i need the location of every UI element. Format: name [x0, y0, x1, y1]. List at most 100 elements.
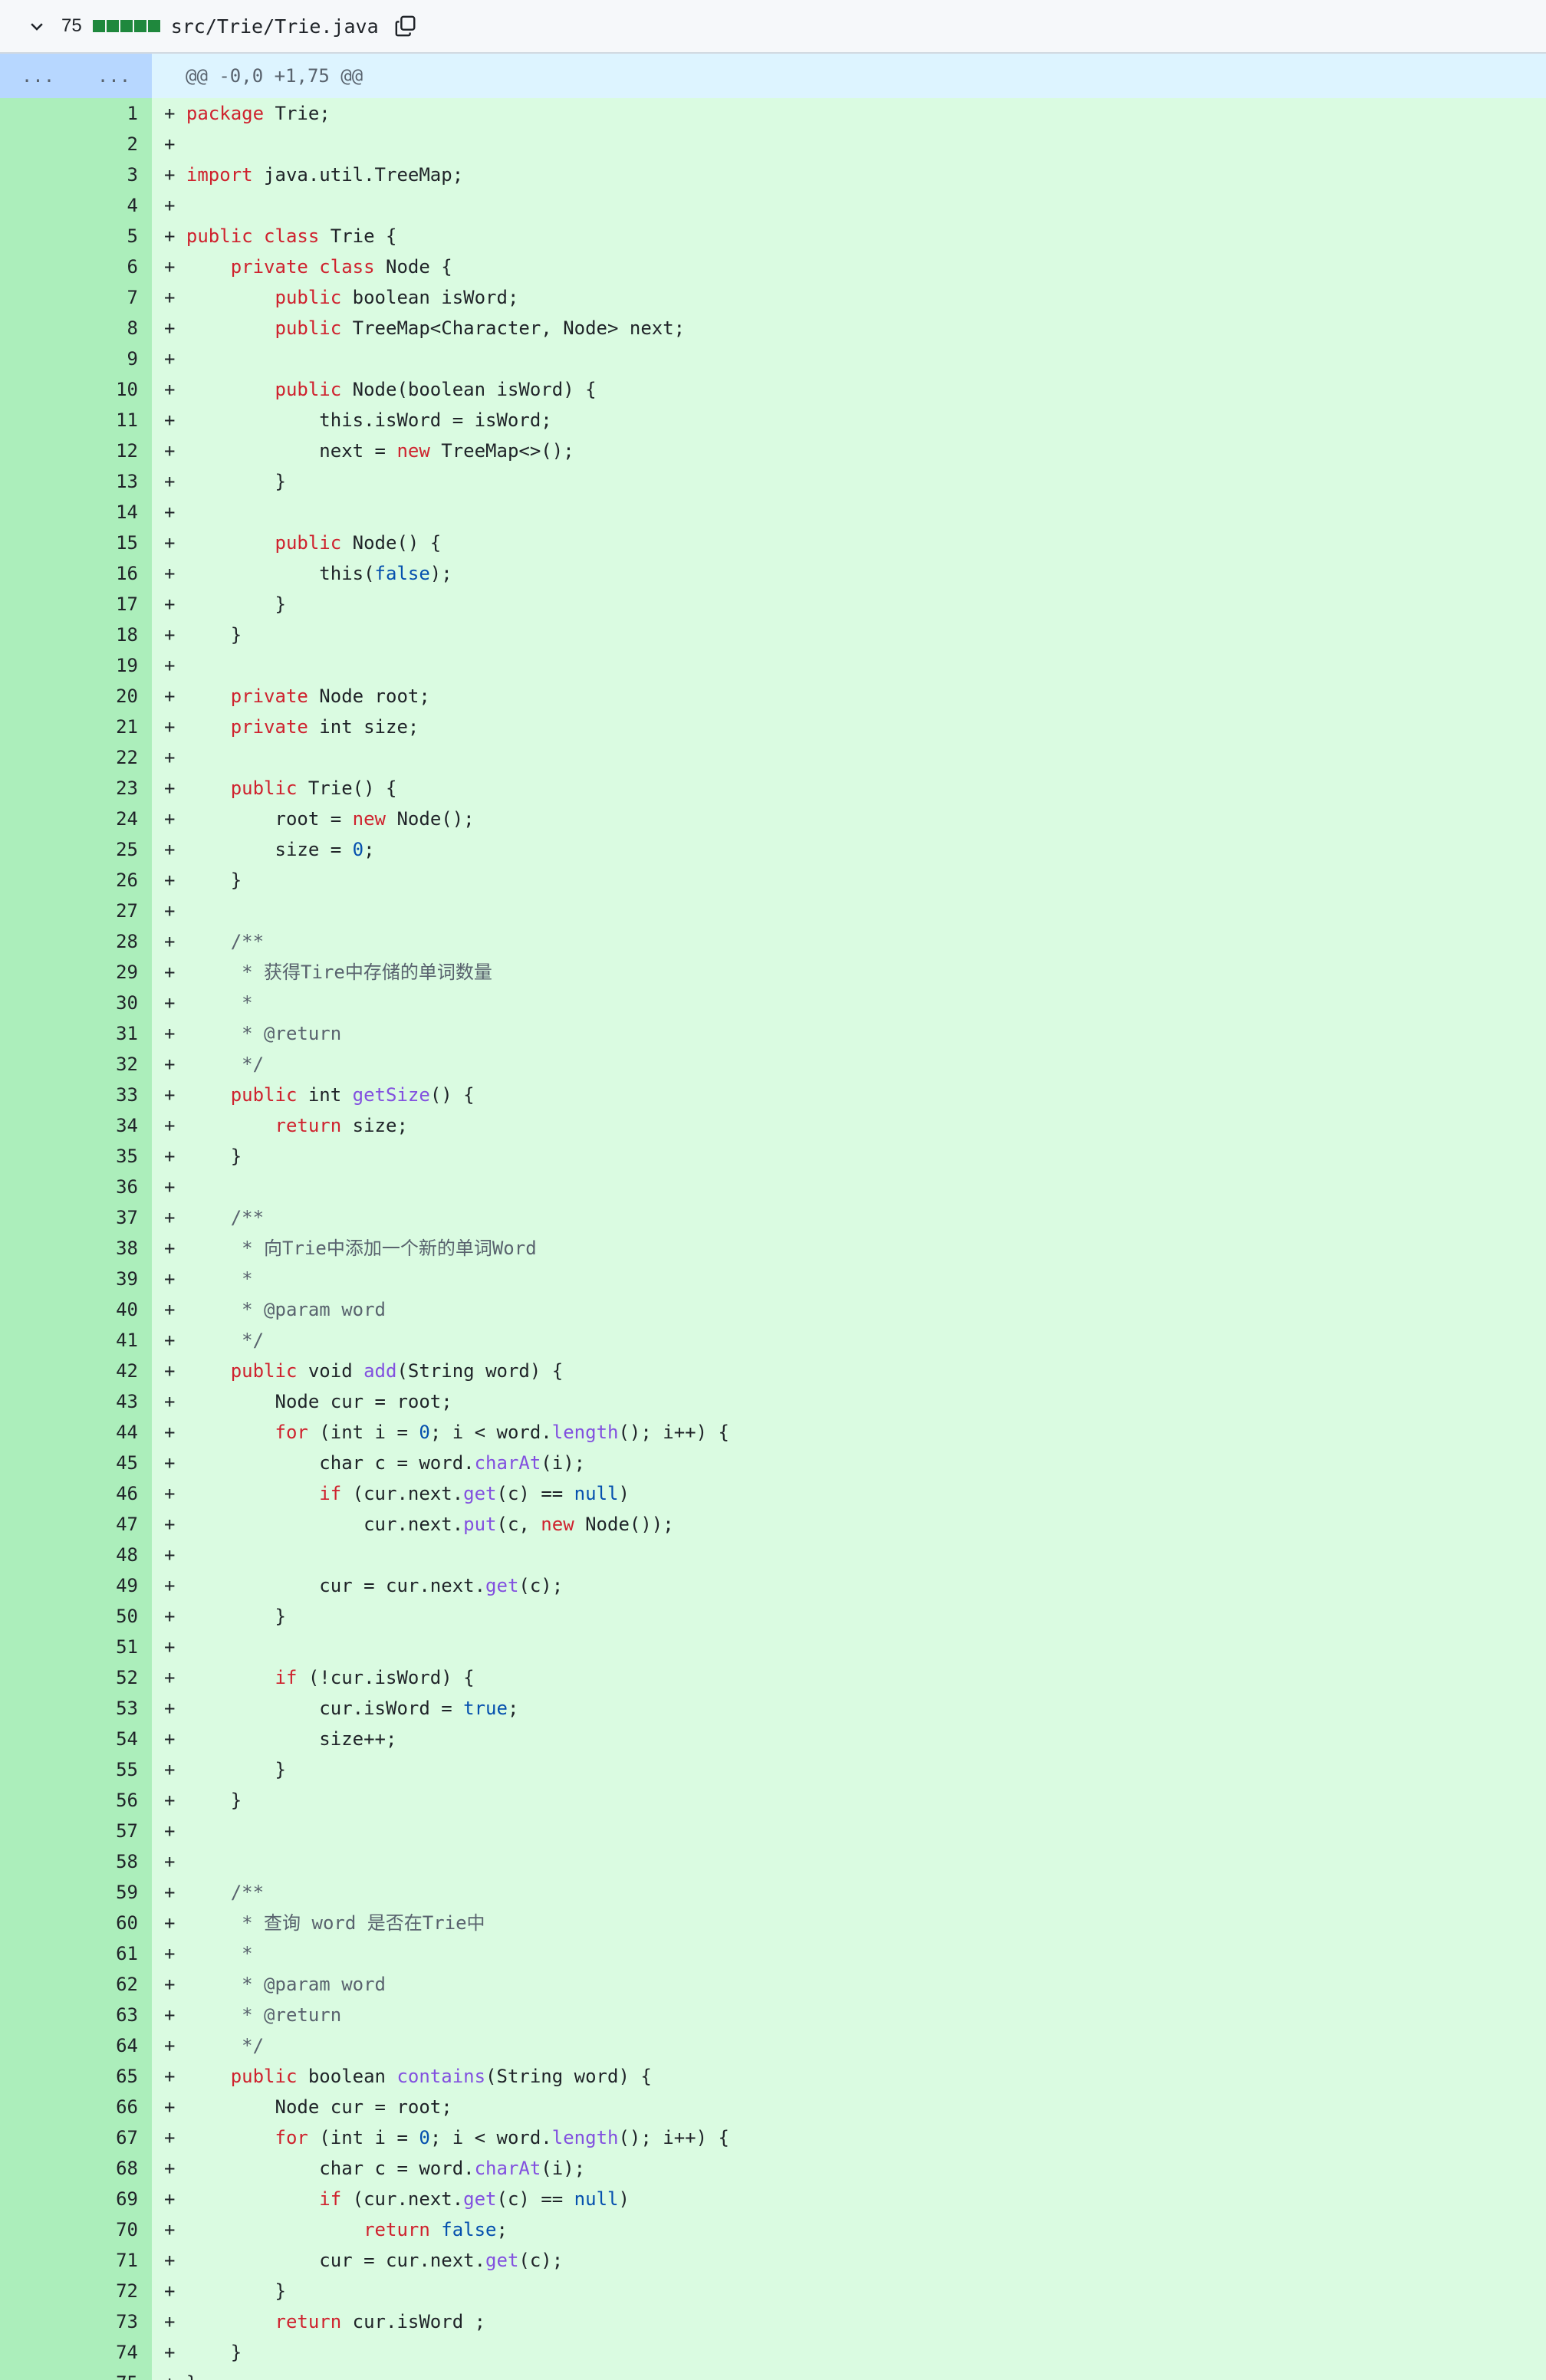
expand-down-button[interactable]: ...: [76, 54, 152, 98]
new-line-number[interactable]: 14: [76, 497, 152, 528]
new-line-number[interactable]: 22: [76, 742, 152, 773]
old-line-number: [0, 497, 76, 528]
new-line-number[interactable]: 16: [76, 558, 152, 589]
addition-marker: +: [164, 1544, 186, 1566]
code-token: new: [541, 1514, 574, 1535]
new-line-number[interactable]: 43: [76, 1386, 152, 1417]
new-line-number[interactable]: 53: [76, 1693, 152, 1724]
new-line-number[interactable]: 4: [76, 190, 152, 221]
new-line-number[interactable]: 36: [76, 1172, 152, 1202]
new-line-number[interactable]: 51: [76, 1632, 152, 1662]
new-line-number[interactable]: 57: [76, 1816, 152, 1846]
new-line-number[interactable]: 35: [76, 1141, 152, 1172]
new-line-number[interactable]: 70: [76, 2214, 152, 2245]
new-line-number[interactable]: 72: [76, 2276, 152, 2306]
new-line-number[interactable]: 45: [76, 1448, 152, 1478]
new-line-number[interactable]: 63: [76, 2000, 152, 2030]
new-line-number[interactable]: 8: [76, 313, 152, 344]
new-line-number[interactable]: 61: [76, 1938, 152, 1969]
new-line-number[interactable]: 9: [76, 344, 152, 374]
new-line-number[interactable]: 54: [76, 1724, 152, 1754]
new-line-number[interactable]: 32: [76, 1049, 152, 1080]
new-line-number[interactable]: 30: [76, 988, 152, 1018]
new-line-number[interactable]: 24: [76, 804, 152, 834]
new-line-number[interactable]: 1: [76, 98, 152, 129]
new-line-number[interactable]: 59: [76, 1877, 152, 1908]
code-token: *: [230, 992, 253, 1014]
new-line-number[interactable]: 65: [76, 2061, 152, 2092]
new-line-number[interactable]: 66: [76, 2092, 152, 2122]
new-line-number[interactable]: 55: [76, 1754, 152, 1785]
new-line-number[interactable]: 44: [76, 1417, 152, 1448]
new-line-number[interactable]: 10: [76, 374, 152, 405]
new-line-number[interactable]: 58: [76, 1846, 152, 1877]
new-line-number[interactable]: 75: [76, 2368, 152, 2380]
new-line-number[interactable]: 37: [76, 1202, 152, 1233]
new-line-number[interactable]: 25: [76, 834, 152, 865]
addition-marker: +: [164, 655, 186, 676]
new-line-number[interactable]: 68: [76, 2153, 152, 2184]
chevron-down-icon[interactable]: [26, 15, 48, 37]
new-line-number[interactable]: 41: [76, 1325, 152, 1356]
new-line-number[interactable]: 21: [76, 712, 152, 742]
new-line-number[interactable]: 33: [76, 1080, 152, 1110]
code-token: cur = cur.next.: [186, 1575, 486, 1596]
new-line-number[interactable]: 60: [76, 1908, 152, 1938]
new-line-number[interactable]: 38: [76, 1233, 152, 1264]
new-line-number[interactable]: 3: [76, 159, 152, 190]
new-line-number[interactable]: 42: [76, 1356, 152, 1386]
new-line-number[interactable]: 27: [76, 896, 152, 926]
new-line-number[interactable]: 23: [76, 773, 152, 804]
new-line-number[interactable]: 5: [76, 221, 152, 251]
addition-marker: +: [164, 992, 186, 1014]
new-line-number[interactable]: 17: [76, 589, 152, 620]
new-line-number[interactable]: 29: [76, 957, 152, 988]
new-line-number[interactable]: 46: [76, 1478, 152, 1509]
new-line-number[interactable]: 67: [76, 2122, 152, 2153]
addition-marker: +: [164, 1084, 186, 1106]
new-line-number[interactable]: 13: [76, 466, 152, 497]
addition-marker: +: [164, 1790, 186, 1811]
code-token: if: [319, 1483, 342, 1504]
new-line-number[interactable]: 56: [76, 1785, 152, 1816]
new-line-number[interactable]: 15: [76, 528, 152, 558]
new-line-number[interactable]: 40: [76, 1294, 152, 1325]
copy-icon[interactable]: [393, 13, 419, 39]
new-line-number[interactable]: 34: [76, 1110, 152, 1141]
new-line-number[interactable]: 12: [76, 436, 152, 466]
diff-line: 20 + private Node root;: [0, 681, 1546, 712]
code-token: private: [230, 716, 308, 738]
new-line-number[interactable]: 62: [76, 1969, 152, 2000]
file-path[interactable]: src/Trie/Trie.java: [171, 15, 379, 38]
addition-marker: +: [164, 471, 186, 492]
new-line-number[interactable]: 7: [76, 282, 152, 313]
new-line-number[interactable]: 48: [76, 1540, 152, 1570]
new-line-number[interactable]: 28: [76, 926, 152, 957]
old-line-number: [0, 1202, 76, 1233]
diff-line: 68 + char c = word.charAt(i);: [0, 2153, 1546, 2184]
new-line-number[interactable]: 31: [76, 1018, 152, 1049]
new-line-number[interactable]: 47: [76, 1509, 152, 1540]
new-line-number[interactable]: 64: [76, 2030, 152, 2061]
new-line-number[interactable]: 69: [76, 2184, 152, 2214]
new-line-number[interactable]: 73: [76, 2306, 152, 2337]
new-line-number[interactable]: 39: [76, 1264, 152, 1294]
addition-marker: +: [164, 2280, 186, 2302]
new-line-number[interactable]: 2: [76, 129, 152, 159]
new-line-number[interactable]: 11: [76, 405, 152, 436]
expand-up-button[interactable]: ...: [0, 54, 76, 98]
code-token: private: [230, 685, 308, 707]
new-line-number[interactable]: 71: [76, 2245, 152, 2276]
new-line-number[interactable]: 26: [76, 865, 152, 896]
new-line-number[interactable]: 6: [76, 251, 152, 282]
new-line-number[interactable]: 18: [76, 620, 152, 650]
new-line-number[interactable]: 74: [76, 2337, 152, 2368]
old-line-number: [0, 1754, 76, 1785]
new-line-number[interactable]: 52: [76, 1662, 152, 1693]
new-line-number[interactable]: 20: [76, 681, 152, 712]
new-line-number[interactable]: 19: [76, 650, 152, 681]
new-line-number[interactable]: 50: [76, 1601, 152, 1632]
new-line-number[interactable]: 49: [76, 1570, 152, 1601]
